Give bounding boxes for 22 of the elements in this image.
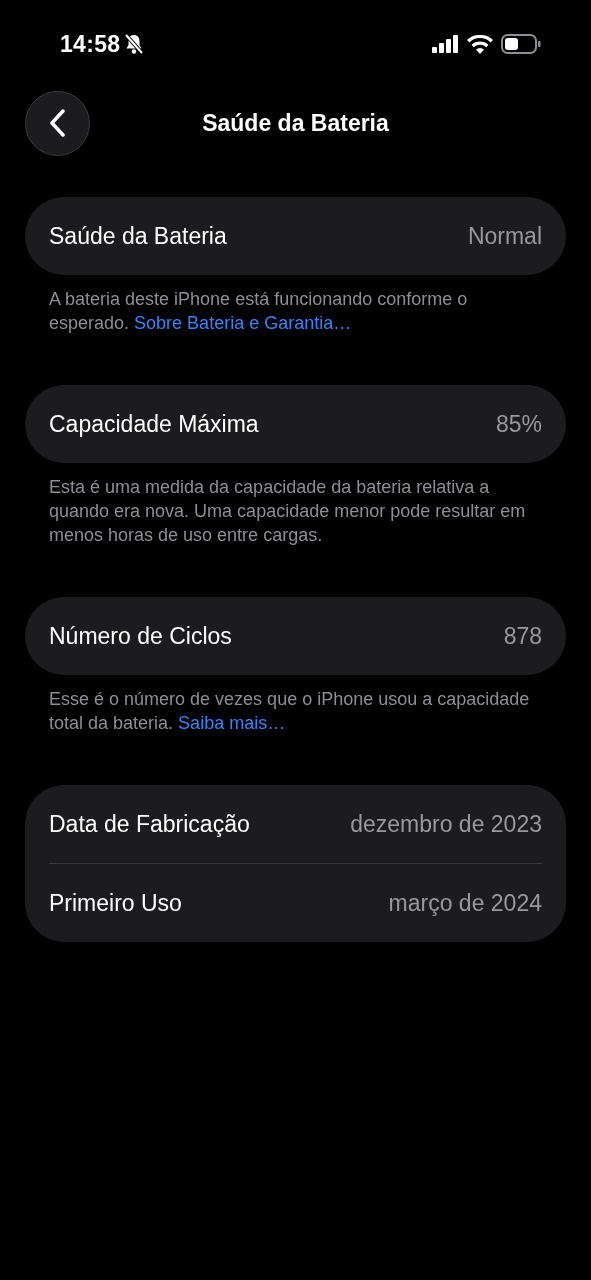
row-label: Número de Ciclos: [49, 622, 232, 650]
row-label: Capacidade Máxima: [49, 410, 259, 438]
row-value: março de 2024: [388, 889, 542, 917]
footer-text: A bateria deste iPhone está funcionando conforme o esperado. Sobre Bateria e Garantia…: [49, 288, 469, 335]
status-time: 14:58: [60, 30, 121, 58]
chevron-left-icon: [49, 109, 66, 137]
row-value: Normal: [467, 222, 542, 250]
signal-icon: [432, 35, 459, 53]
row-label: Data de Fabricação: [49, 810, 250, 838]
battery-icon: [501, 34, 541, 54]
row-value: dezembro de 2023: [350, 810, 542, 838]
row-value: 878: [503, 622, 542, 650]
row-label: Saúde da Bateria: [49, 222, 227, 250]
info-link[interactable]: Saiba mais…: [178, 713, 286, 733]
page-title: Saúde da Bateria: [202, 109, 389, 137]
footer-text: Esta é uma medida da capacidade da bateria relativa a quando era nova. Uma capacidade menor pode resultar em menos horas de uso entre cargas.: [49, 476, 527, 547]
footer-text: Esse é o número de vezes que o iPhone usou a capacidade total da bateria. Saiba mais…: [49, 688, 531, 735]
bell-slash-icon: [124, 33, 145, 55]
wifi-icon: [467, 34, 493, 54]
info-link[interactable]: Sobre Bateria e Garantia…: [134, 313, 352, 333]
row-value: 85%: [495, 410, 542, 438]
row-label: Primeiro Uso: [49, 889, 182, 917]
